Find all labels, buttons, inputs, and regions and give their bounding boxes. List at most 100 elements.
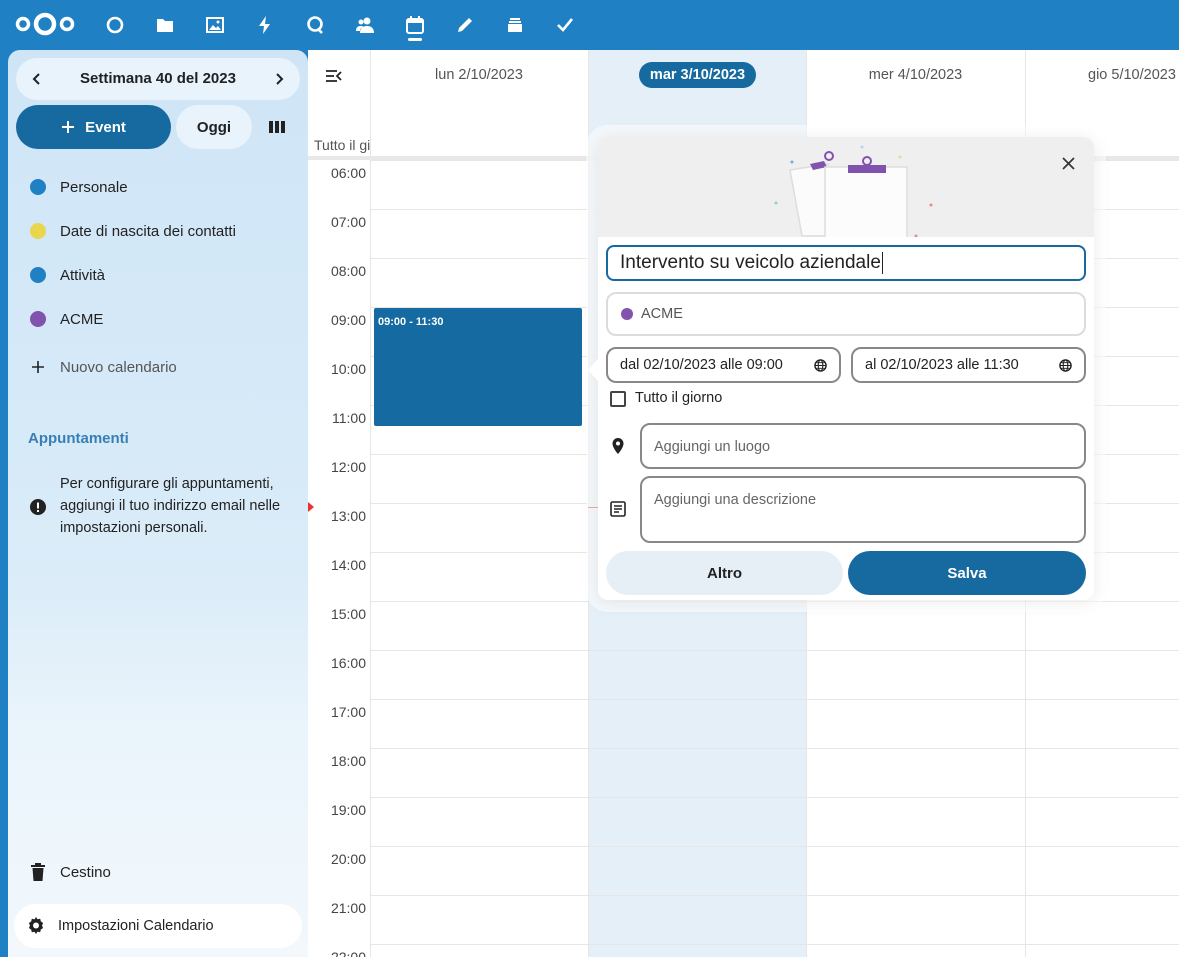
event-title-input[interactable]: Intervento su veicolo aziendale — [606, 245, 1086, 281]
hour-label: 11:00 — [332, 410, 366, 426]
talk-icon[interactable] — [302, 12, 328, 38]
selected-calendar: ACME — [641, 306, 683, 322]
start-date-field[interactable]: dal 02/10/2023 alle 09:00 — [606, 347, 841, 383]
save-button[interactable]: Salva — [848, 551, 1086, 595]
hour-divider — [370, 846, 1179, 847]
new-event-button[interactable]: Event — [16, 105, 171, 149]
calendar-icon[interactable] — [402, 12, 428, 38]
location-input[interactable]: Aggiungi un luogo — [640, 423, 1086, 469]
calendar-item-attivita[interactable]: Attività — [8, 253, 308, 297]
nextcloud-logo-icon[interactable] — [14, 11, 76, 37]
hour-label: 21:00 — [330, 900, 366, 916]
day-header[interactable]: lun 2/10/2023 — [370, 62, 588, 88]
day-header[interactable]: gio 5/10/2023 — [1025, 62, 1179, 88]
calendar-picker[interactable]: ACME — [606, 292, 1086, 336]
next-week-button[interactable] — [258, 58, 300, 100]
calendar-item-acme[interactable]: ACME — [8, 297, 308, 341]
hour-label: 10:00 — [330, 361, 366, 377]
hour-divider — [370, 650, 1179, 651]
notes-icon[interactable] — [452, 12, 478, 38]
more-button[interactable]: Altro — [606, 551, 843, 595]
hour-label: 16:00 — [330, 655, 366, 671]
globe-icon[interactable] — [814, 358, 827, 372]
event-title-value: Intervento su veicolo aziendale — [620, 252, 881, 273]
hour-label: 18:00 — [330, 753, 366, 769]
gear-icon — [28, 917, 44, 934]
dashboard-icon[interactable] — [102, 12, 128, 38]
previous-week-button[interactable] — [16, 58, 58, 100]
hour-label: 12:00 — [330, 459, 366, 475]
popover-illustration — [598, 137, 1094, 237]
hour-label: 19:00 — [330, 802, 366, 818]
event-time: 09:00 - 11:30 — [378, 316, 444, 328]
appointments-section-title: Appuntamenti — [28, 430, 129, 447]
hour-divider — [370, 601, 1179, 602]
week-navigation: Settimana 40 del 2023 — [16, 58, 300, 100]
calendar-color-dot[interactable] — [30, 267, 46, 283]
calendar-color-dot[interactable] — [30, 311, 46, 327]
sidebar: Settimana 40 del 2023 Event Oggi Persona… — [8, 50, 308, 957]
tasks-icon[interactable] — [552, 12, 578, 38]
text-box-icon — [610, 501, 626, 517]
top-bar — [0, 0, 1179, 50]
hour-label: 14:00 — [330, 557, 366, 573]
new-calendar-button[interactable]: Nuovo calendario — [8, 345, 308, 389]
calendar-label: Date di nascita dei contatti — [60, 222, 236, 240]
popover-arrow — [588, 359, 598, 381]
hour-divider — [370, 699, 1179, 700]
end-date-field[interactable]: al 02/10/2023 alle 11:30 — [851, 347, 1086, 383]
current-time-marker — [308, 502, 314, 512]
location-placeholder: Aggiungi un luogo — [654, 439, 771, 455]
trash-icon — [31, 863, 45, 881]
view-column-icon — [269, 121, 285, 133]
allday-row-label: Tutto il giorno — [314, 137, 370, 153]
appointments-notice: Per configurare gli appuntamenti, aggiun… — [60, 476, 281, 536]
hour-label: 09:00 — [330, 312, 366, 328]
hour-divider — [370, 895, 1179, 896]
calendar-color-dot[interactable] — [30, 223, 46, 239]
description-placeholder: Aggiungi una descrizione — [654, 492, 817, 508]
chevron-right-icon — [276, 73, 284, 85]
description-input[interactable]: Aggiungi una descrizione — [640, 476, 1086, 543]
map-marker-icon — [612, 438, 624, 454]
calendar-label: ACME — [60, 310, 104, 328]
contacts-icon[interactable] — [352, 12, 378, 38]
settings-label: Impostazioni Calendario — [58, 918, 214, 934]
calendar-color-dot[interactable] — [30, 179, 46, 195]
calendar-item-birthdays[interactable]: Date di nascita dei contatti — [8, 209, 308, 253]
alert-circle-icon — [30, 499, 46, 515]
globe-icon[interactable] — [1059, 358, 1072, 372]
view-switcher-button[interactable] — [262, 112, 292, 142]
photos-icon[interactable] — [202, 12, 228, 38]
today-button[interactable]: Oggi — [176, 105, 252, 149]
week-title[interactable]: Settimana 40 del 2023 — [58, 58, 258, 100]
calendar-event[interactable]: 09:00 - 11:30 — [374, 308, 582, 426]
close-popover-button[interactable] — [1056, 151, 1080, 175]
hour-label: 07:00 — [330, 214, 366, 230]
end-date-value: al 02/10/2023 alle 11:30 — [865, 357, 1019, 373]
toggle-navigation-icon[interactable] — [324, 66, 344, 86]
hour-label: 17:00 — [330, 704, 366, 720]
activity-icon[interactable] — [252, 12, 278, 38]
hour-label: 13:00 — [330, 508, 366, 524]
calendar-item-personale[interactable]: Personale — [8, 165, 308, 209]
calendar-label: Personale — [60, 178, 128, 196]
active-app-indicator — [408, 38, 422, 41]
allday-checkbox-label[interactable]: Tutto il giorno — [635, 390, 722, 406]
start-date-value: dal 02/10/2023 alle 09:00 — [620, 357, 783, 373]
new-event-popover: Intervento su veicolo aziendale ACME dal… — [588, 137, 1094, 600]
allday-checkbox[interactable] — [610, 391, 626, 407]
clipboard-illustration-icon — [774, 145, 933, 237]
files-icon[interactable] — [152, 12, 178, 38]
calendar-label: Attività — [60, 266, 106, 284]
hour-label: 20:00 — [330, 851, 366, 867]
calendar-color-dot — [621, 308, 633, 320]
trash-button[interactable]: Cestino — [8, 850, 308, 894]
hour-divider — [370, 797, 1179, 798]
plus-icon — [32, 361, 44, 373]
deck-icon[interactable] — [502, 12, 528, 38]
calendar-settings-button[interactable]: Impostazioni Calendario — [14, 904, 302, 948]
hour-divider — [370, 748, 1179, 749]
day-header-today[interactable]: mar 3/10/2023 — [639, 62, 756, 88]
day-header[interactable]: mer 4/10/2023 — [806, 62, 1025, 88]
